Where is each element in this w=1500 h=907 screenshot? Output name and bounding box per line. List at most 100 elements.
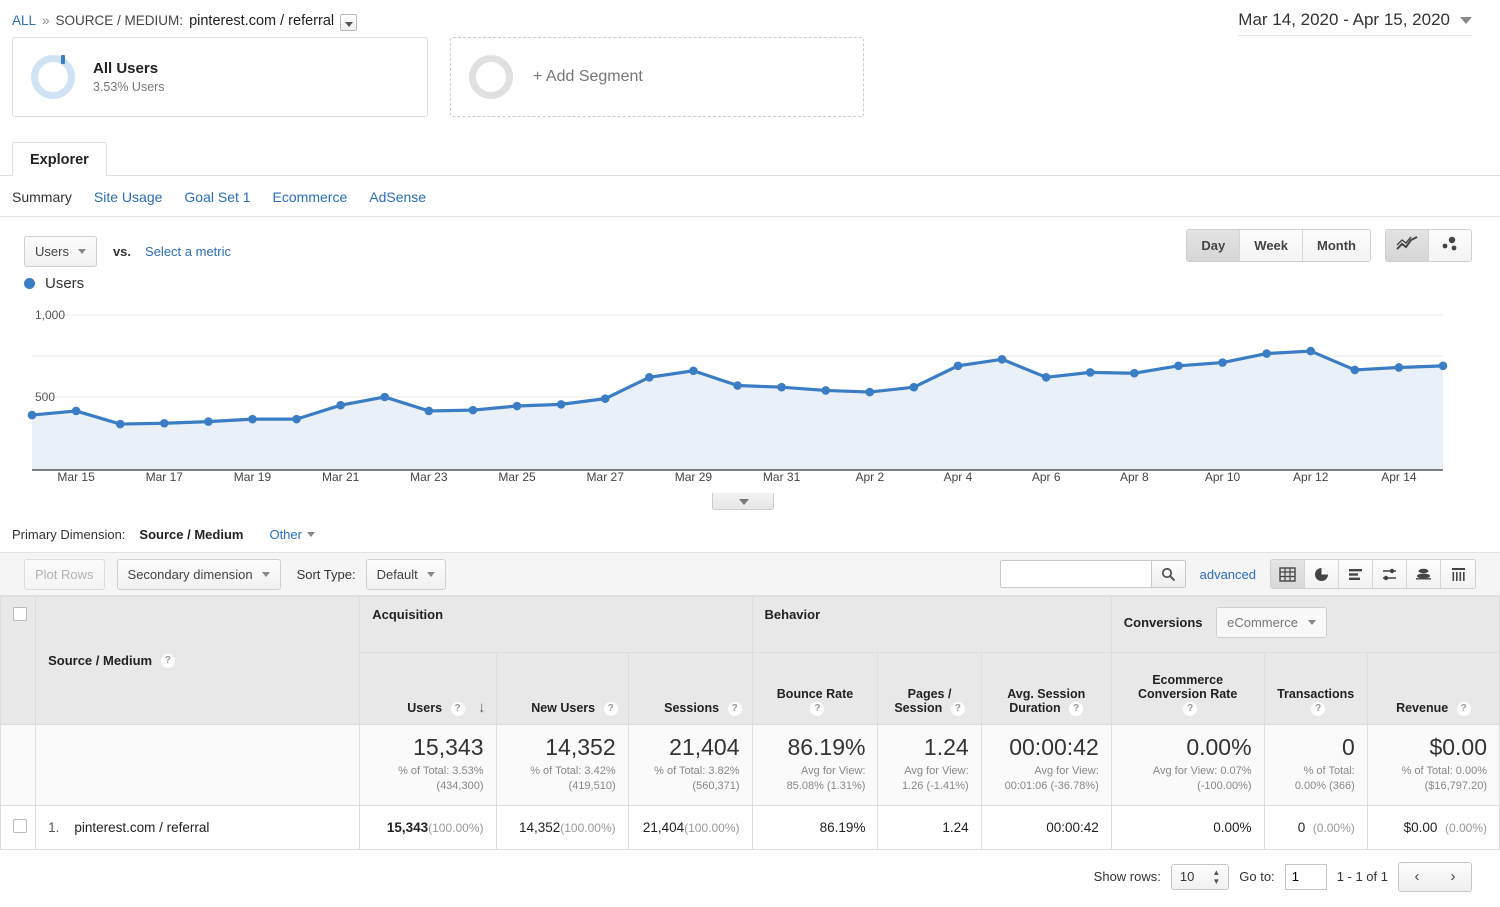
conversions-goal-select[interactable]: eCommerce [1216,607,1327,638]
motion-chart-icon[interactable] [1429,230,1471,261]
row-index: 1. [48,819,60,835]
table-group-header-row: Source / Medium ? Acquisition Behavior C… [0,596,1500,725]
plot-rows-button[interactable]: Plot Rows [24,558,105,590]
row-value-revenue: $0.00 [1403,819,1438,835]
x-axis-tick-label: Apr 6 [1031,470,1061,484]
granularity-day[interactable]: Day [1187,230,1241,261]
granularity-week[interactable]: Week [1240,230,1304,261]
totals-sub-revenue: % of Total: 0.00% ($16,797.20) [1401,765,1487,792]
help-icon[interactable]: ? [1183,702,1198,716]
column-header-pages-session[interactable]: Pages / Session ? [877,652,982,725]
chart-collapse-handle[interactable] [712,493,774,510]
x-axis-tick-label: Mar 29 [674,470,713,484]
date-range-picker[interactable]: Mar 14, 2020 - Apr 15, 2020 [1238,10,1472,36]
primary-dimension-current[interactable]: Source / Medium [139,527,243,542]
help-icon[interactable]: ? [1456,702,1471,716]
x-axis-tick-label: Mar 23 [410,470,448,484]
tab-goal-set-1[interactable]: Goal Set 1 [184,189,250,205]
analytics-table: Source / Medium ? Acquisition Behavior C… [0,596,1500,850]
metric-selector-label: Users [35,243,69,259]
search-icon[interactable] [1150,561,1185,587]
segment-bar: All Users 3.53% Users + Add Segment [0,37,1500,117]
secondary-dimension-button[interactable]: Secondary dimension [116,558,281,590]
table-row[interactable]: 1. pinterest.com / referral 15,343(100.0… [0,804,1500,850]
performance-view-icon[interactable] [1339,560,1373,588]
row-cell-sessions: 21,404(100.00%) [627,804,753,850]
sort-type-select[interactable]: Default [365,558,446,590]
chevron-down-icon [77,248,86,254]
help-icon[interactable]: ? [450,701,465,716]
tab-ecommerce[interactable]: Ecommerce [273,189,348,205]
row-value-sessions: 21,404 [642,819,685,835]
line-chart-icon[interactable] [1386,230,1429,261]
totals-sub-bounce-rate: Avg for View: 85.08% (1.31%) [786,765,866,792]
help-icon[interactable]: ? [950,702,965,716]
show-rows-select[interactable]: 10 ▲ ▼ [1170,863,1230,890]
pie-view-icon[interactable] [1305,560,1339,588]
search-input[interactable] [1000,561,1151,587]
row-cell-revenue: $0.00 (0.00%) [1366,804,1500,850]
chevron-down-icon [1460,16,1472,24]
row-source-medium-link[interactable]: pinterest.com / referral [74,820,209,835]
column-label-transactions: Transactions [1277,687,1355,702]
column-header-sessions[interactable]: Sessions ? [627,652,753,725]
advanced-filter-link[interactable]: advanced [1200,567,1256,582]
tab-explorer[interactable]: Explorer [12,142,107,176]
column-header-revenue[interactable]: Revenue ? [1366,652,1500,725]
column-header-new-users[interactable]: New Users ? [495,652,629,725]
totals-cell-transactions: 0 % of Total: 0.00% (366) [1263,724,1368,806]
totals-value-avg-duration: 00:00:42 [1009,734,1099,760]
select-all-checkbox[interactable] [13,607,27,621]
comparison-view-icon[interactable] [1373,560,1407,588]
pivot-view-icon[interactable] [1407,560,1441,588]
select-a-metric-link[interactable]: Select a metric [145,244,231,259]
primary-dimension-bar: Primary Dimension: Source / Medium Other [0,513,1500,552]
group-label-acquisition: Acquisition [372,607,444,622]
tab-summary[interactable]: Summary [12,189,72,205]
help-icon[interactable]: ? [1311,702,1326,716]
column-header-bounce-rate[interactable]: Bounce Rate ? [751,652,879,725]
help-icon[interactable]: ? [603,702,618,716]
table-search[interactable] [999,560,1186,588]
dimension-header-cell[interactable]: Source / Medium ? [35,596,361,725]
column-label-new-users: New Users [531,701,596,716]
column-header-transactions[interactable]: Transactions ? [1263,652,1368,725]
segment-all-users[interactable]: All Users 3.53% Users [12,37,428,117]
tab-adsense[interactable]: AdSense [369,189,426,205]
chevron-down-icon [306,532,315,537]
primary-dimension-other[interactable]: Other [269,527,315,542]
sort-descending-icon: ↓ [478,699,486,716]
totals-sub-new-users: % of Total: 3.42% (419,510) [530,765,616,792]
add-segment-button[interactable]: + Add Segment [450,37,864,117]
column-header-users[interactable]: Users ? ↓ [359,652,497,725]
table-view-icon[interactable] [1271,560,1305,588]
users-over-time-chart[interactable]: 1,000 500 Mar 15 Mar 17 Mar 19 Mar 21 Mar 23… [0,298,1500,513]
sort-type-label: Sort Type: [296,566,356,582]
chevron-down-icon[interactable] [340,14,358,31]
column-header-ecommerce-conversion-rate[interactable]: Ecommerce Conversion Rate ? [1110,652,1265,725]
help-icon[interactable]: ? [160,654,175,669]
granularity-month[interactable]: Month [1303,230,1370,261]
column-header-avg-session-duration[interactable]: Avg. Session Duration ? [980,652,1112,725]
tab-site-usage[interactable]: Site Usage [94,189,162,205]
table-totals-row: 15,343 % of Total: 3.53% (434,300) 14,35… [0,724,1500,806]
breadcrumb-all-link[interactable]: ALL [12,13,36,28]
metric-selector[interactable]: Users [24,235,97,267]
group-label-behavior: Behavior [764,607,821,622]
term-cloud-view-icon[interactable] [1441,560,1475,588]
goto-page-input[interactable] [1284,863,1327,890]
x-axis-tick-label: Apr 10 [1204,470,1241,484]
breadcrumb-dimension-label: SOURCE / MEDIUM: [55,13,184,28]
prev-page-button[interactable]: ‹ [1399,862,1435,891]
next-page-button[interactable]: › [1435,862,1471,891]
help-icon[interactable]: ? [810,702,825,716]
column-label-bounce-rate: Bounce Rate [776,687,854,702]
chevron-down-icon [426,571,435,577]
totals-cell-new-users: 14,352 % of Total: 3.42% (419,510) [495,724,629,806]
help-icon[interactable]: ? [727,702,742,716]
sort-type-value: Default [376,566,418,582]
totals-cell-sessions: 21,404 % of Total: 3.82% (560,371) [627,724,753,806]
row-checkbox[interactable] [13,818,27,833]
help-icon[interactable]: ? [1069,702,1084,716]
segment-donut-icon [31,55,75,99]
